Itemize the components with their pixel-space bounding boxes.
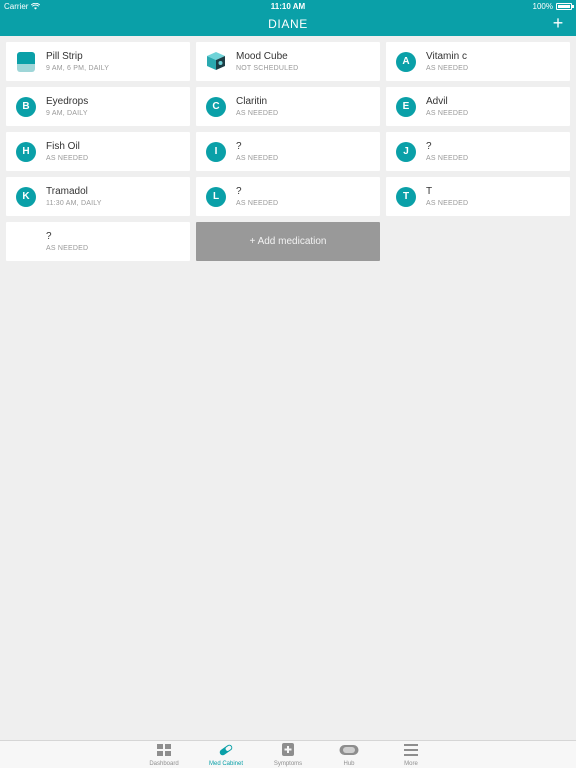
medication-name: Pill Strip (46, 51, 83, 62)
medication-grid: Pill Strip 9 AM, 6 PM, DAILY Mood Cube N… (6, 42, 570, 261)
pill-icon (219, 744, 233, 756)
medication-letter-avatar: C (206, 97, 226, 117)
battery-percent: 100% (532, 2, 553, 11)
medication-card[interactable]: Pill Strip 9 AM, 6 PM, DAILY (6, 42, 190, 81)
medication-name: ? (46, 231, 52, 242)
nav-bar: DIANE + (0, 12, 576, 36)
tab-more[interactable]: More (380, 743, 442, 768)
tab-label: Dashboard (149, 761, 179, 767)
medication-card[interactable]: C Claritin AS NEEDED (196, 87, 380, 126)
medication-letter-avatar: A (396, 52, 416, 72)
medication-letter-avatar: I (206, 142, 226, 162)
tab-label: Hub (343, 761, 355, 767)
medication-name: Fish Oil (46, 141, 80, 152)
medication-schedule: AS NEEDED (236, 155, 279, 162)
tab-bar: Dashboard Med Cabinet Symptoms Hub More (0, 740, 576, 768)
tab-hub[interactable]: Hub (318, 743, 380, 768)
tab-label: Symptoms (273, 761, 303, 767)
medication-schedule: 9 AM, DAILY (46, 110, 88, 117)
medication-name: Tramadol (46, 186, 88, 197)
medication-card[interactable]: L ? AS NEEDED (196, 177, 380, 216)
medication-letter-avatar: E (396, 97, 416, 117)
medication-name: Vitamin c (426, 51, 467, 62)
medication-name: ? (236, 186, 242, 197)
medication-card[interactable]: I ? AS NEEDED (196, 132, 380, 171)
tab-dashboard[interactable]: Dashboard (133, 743, 195, 768)
medication-schedule: 9 AM, 6 PM, DAILY (46, 65, 110, 72)
medication-card[interactable]: H Fish Oil AS NEEDED (6, 132, 190, 171)
hub-icon (339, 745, 359, 755)
tab-symptoms[interactable]: Symptoms (257, 743, 319, 768)
battery-icon (556, 3, 574, 10)
medication-card[interactable]: T T AS NEEDED (386, 177, 570, 216)
battery-status: 100% (532, 2, 574, 11)
status-bar: Carrier 11:10 AM 100% (0, 0, 576, 12)
pill-strip-icon (17, 52, 35, 72)
add-medication-button[interactable]: + Add medication (196, 222, 380, 261)
medication-schedule: NOT SCHEDULED (236, 65, 299, 72)
tab-label: Med Cabinet (208, 761, 244, 767)
grid-icon (157, 744, 171, 756)
medication-schedule: AS NEEDED (46, 245, 89, 252)
medication-schedule: AS NEEDED (46, 155, 89, 162)
medication-letter-avatar: J (396, 142, 416, 162)
medication-schedule: 11:30 AM, DAILY (46, 200, 102, 207)
medication-card[interactable]: ? AS NEEDED (6, 222, 190, 261)
medication-schedule: AS NEEDED (426, 155, 469, 162)
medication-schedule: AS NEEDED (426, 110, 469, 117)
page-title: DIANE (268, 17, 308, 31)
medication-schedule: AS NEEDED (426, 200, 469, 207)
medication-name: Advil (426, 96, 448, 107)
medication-name: ? (236, 141, 242, 152)
medication-letter-avatar: T (396, 187, 416, 207)
add-icon[interactable]: + (550, 14, 566, 32)
menu-icon (404, 744, 418, 756)
tab-label: More (404, 761, 418, 767)
medication-letter-avatar: L (206, 187, 226, 207)
medication-name: Eyedrops (46, 96, 89, 107)
medication-name: Mood Cube (236, 51, 288, 62)
plus-square-icon (282, 743, 294, 756)
medication-card[interactable]: E Advil AS NEEDED (386, 87, 570, 126)
medication-card[interactable]: Mood Cube NOT SCHEDULED (196, 42, 380, 81)
medication-card[interactable]: K Tramadol 11:30 AM, DAILY (6, 177, 190, 216)
medication-card[interactable]: A Vitamin c AS NEEDED (386, 42, 570, 81)
medication-letter-avatar: B (16, 97, 36, 117)
medication-schedule: AS NEEDED (236, 110, 279, 117)
medication-name: T (426, 186, 433, 197)
medication-name: ? (426, 141, 432, 152)
medication-schedule: AS NEEDED (236, 200, 279, 207)
medication-card[interactable]: B Eyedrops 9 AM, DAILY (6, 87, 190, 126)
clock: 11:10 AM (270, 2, 306, 11)
medication-letter-avatar: H (16, 142, 36, 162)
medication-letter-avatar: K (16, 187, 36, 207)
tab-med-cabinet[interactable]: Med Cabinet (195, 743, 257, 768)
mood-cube-icon (207, 52, 225, 70)
medication-card[interactable]: J ? AS NEEDED (386, 132, 570, 171)
medication-schedule: AS NEEDED (426, 65, 469, 72)
medication-name: Claritin (236, 96, 268, 107)
